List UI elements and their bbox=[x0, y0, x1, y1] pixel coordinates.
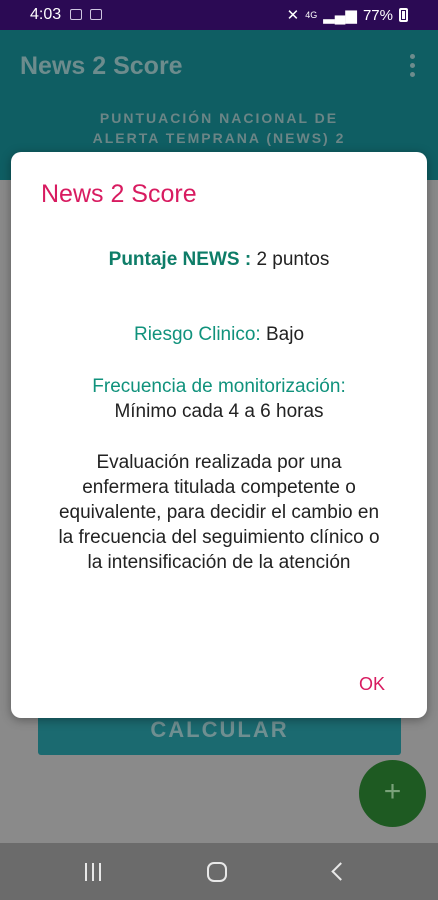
status-time: 4:03 bbox=[30, 6, 62, 23]
mail-notification-icon bbox=[90, 9, 102, 20]
add-fab-button[interactable]: + bbox=[359, 760, 426, 827]
ok-button[interactable]: OK bbox=[359, 674, 385, 695]
recent-apps-icon[interactable] bbox=[85, 863, 105, 881]
risk-label: Riesgo Clinico: bbox=[133, 324, 261, 345]
frequency-label: Frecuencia de monitorización: bbox=[92, 376, 346, 397]
score-row: Puntaje NEWS : 2 puntos bbox=[11, 249, 427, 271]
dialog-title: News 2 Score bbox=[41, 180, 197, 208]
risk-row: Riesgo Clinico: Bajo bbox=[11, 324, 427, 346]
notification-icon bbox=[70, 9, 82, 20]
app-title: News 2 Score bbox=[20, 52, 183, 80]
battery-icon bbox=[399, 8, 408, 22]
battery-percent: 77% bbox=[362, 6, 393, 24]
back-icon[interactable] bbox=[331, 862, 350, 881]
frequency-value: Mínimo cada 4 a 6 horas bbox=[114, 401, 324, 422]
home-icon[interactable] bbox=[207, 862, 227, 882]
result-dialog: News 2 Score Puntaje NEWS : 2 puntos Rie… bbox=[11, 152, 427, 718]
subtitle-line-2: ALERTA TEMPRANA (NEWS) 2 bbox=[92, 130, 346, 146]
assessment-description: Evaluación realizada por una enfermera t… bbox=[58, 452, 380, 573]
app-subtitle: PUNTUACIÓN NACIONAL DE ALERTA TEMPRANA (… bbox=[0, 108, 438, 148]
frequency-row: Frecuencia de monitorización: Mínimo cad… bbox=[11, 374, 427, 424]
signal-icon: ▂▄▆ bbox=[323, 7, 357, 24]
score-label: Puntaje NEWS : bbox=[108, 249, 252, 270]
overflow-menu-icon[interactable] bbox=[410, 54, 416, 77]
status-bar: 4:03 ✕ 4G ▂▄▆ 77% bbox=[0, 0, 438, 30]
risk-value: Bajo bbox=[260, 324, 305, 345]
navigation-bar bbox=[0, 843, 438, 900]
score-value: 2 puntos bbox=[251, 249, 330, 270]
subtitle-line-1: PUNTUACIÓN NACIONAL DE bbox=[99, 110, 339, 126]
status-icons: ✕ 4G ▂▄▆ 77% bbox=[287, 6, 408, 24]
mute-icon: ✕ bbox=[286, 7, 300, 24]
network-icon: 4G bbox=[305, 10, 318, 20]
